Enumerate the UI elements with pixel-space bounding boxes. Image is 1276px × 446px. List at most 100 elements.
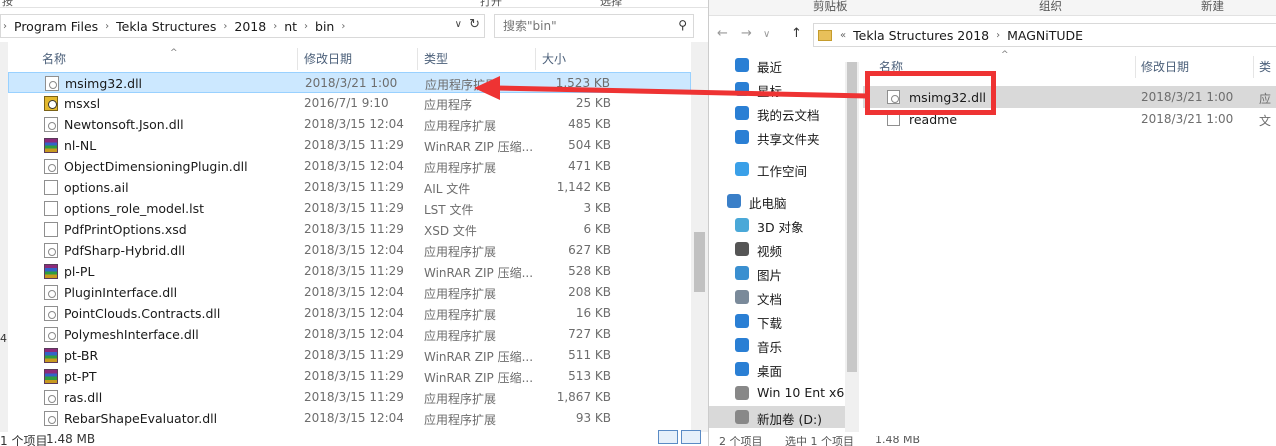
search-box[interactable]: ⚲ [494,14,694,38]
table-row[interactable]: msimg32.dll 2018/3/21 1:00 应用程序扩展 1,523 KB [8,72,691,93]
music-icon [735,338,749,352]
file-name: PdfPrintOptions.xsd [64,222,187,237]
chevron-right-icon[interactable]: › [302,21,310,32]
chevron-right-icon[interactable]: › [994,30,1002,41]
up-arrow-icon[interactable]: ↑ [791,26,802,41]
ribbon-fragment-open[interactable]: 打开 [480,0,502,7]
nav-pane-scrollbar[interactable] [845,62,859,432]
nav-item[interactable]: 工作空间 [709,158,845,180]
file-type: 应用程序扩展 [424,413,497,427]
chevron-right-icon[interactable]: › [339,21,347,32]
ribbon-fragment-select[interactable]: 选择 [600,0,622,7]
nav-item[interactable]: 共享文件夹 [709,126,845,148]
nav-buttons: ← → ∨ ↑ [717,26,815,44]
nav-item[interactable]: 图片 [709,262,845,284]
nav-item[interactable]: 最近 [709,54,845,76]
file-name: PolymeshInterface.dll [64,327,199,342]
search-icon[interactable]: ⚲ [678,18,687,32]
dll-icon [44,390,58,405]
column-header-size[interactable]: 大小 [536,48,626,70]
file-size: 208 KB [568,285,611,299]
table-row[interactable]: PointClouds.Contracts.dll 2018/3/15 12:04… [8,303,691,324]
vertical-scrollbar[interactable] [691,42,708,434]
back-arrow-icon[interactable]: ← [717,26,728,41]
scrollbar-thumb[interactable] [694,232,705,292]
breadcrumb-item[interactable]: Tekla Structures [111,19,221,34]
column-header-name[interactable]: ^ 名称 [8,48,298,70]
file-date: 2018/3/15 12:04 [304,243,404,257]
breadcrumb-item[interactable]: MAGNiTUDE [1002,28,1088,43]
table-row[interactable]: ras.dll 2018/3/15 11:29 应用程序扩展 1,867 KB [8,387,691,408]
table-row[interactable]: pt-BR 2018/3/15 11:29 WinRAR ZIP 压缩... 511 … [8,345,691,366]
desktop-screenshot: 按 打开 选择 › Program Files › Tekla Structur… [0,0,1276,446]
column-header-date[interactable]: 修改日期 [298,48,418,70]
table-row[interactable]: pt-PT 2018/3/15 11:29 WinRAR ZIP 压缩... 513 … [8,366,691,387]
nav-item[interactable]: 桌面 [709,358,845,380]
table-row[interactable]: PdfSharp-Hybrid.dll 2018/3/15 12:04 应用程序扩展… [8,240,691,261]
nav-item[interactable]: 新加卷 (D:) [709,406,845,428]
table-row[interactable]: options.ail 2018/3/15 11:29 AIL 文件 1,142 KB [8,177,691,198]
chevron-right-icon[interactable]: › [271,21,279,32]
scrollbar-thumb[interactable] [847,62,857,372]
search-input[interactable] [495,15,665,37]
table-row[interactable]: nl-NL 2018/3/15 11:29 WinRAR ZIP 压缩... 504 … [8,135,691,156]
file-name: PointClouds.Contracts.dll [64,306,221,321]
nav-item[interactable]: 此电脑 [709,190,845,212]
navigation-pane: 最近 星标 我的云文档 共享文件夹工作空间此电脑 3D 对象 视频 图片 文档 下载音乐桌面 Wi… [709,50,852,434]
chevron-right-icon[interactable]: › [1,21,9,32]
nav-item-label: 音乐 [757,340,783,355]
table-row[interactable]: PluginInterface.dll 2018/3/15 12:04 应用程序扩展… [8,282,691,303]
details-view-icon[interactable] [658,430,678,444]
table-row[interactable]: RebarShapeEvaluator.dll 2018/3/15 12:04 应用… [8,408,691,429]
nav-item[interactable]: 3D 对象 [709,214,845,236]
column-header-type[interactable]: 类 [1259,56,1271,78]
nav-item[interactable]: 我的云文档 [709,102,845,124]
breadcrumb-item[interactable]: Program Files [9,19,103,34]
table-row[interactable]: PolymeshInterface.dll 2018/3/15 12:04 应用程序… [8,324,691,345]
table-row[interactable]: pl-PL 2018/3/15 11:29 WinRAR ZIP 压缩... 528 … [8,261,691,282]
nav-item[interactable]: 音乐 [709,334,845,356]
column-header-type[interactable]: 类型 [418,48,536,70]
address-bar[interactable]: « Tekla Structures 2018 › MAGNiTUDE [813,23,1276,47]
table-row[interactable]: Newtonsoft.Json.dll 2018/3/15 12:04 应用程序扩展… [8,114,691,135]
file-size: 25 KB [575,96,611,110]
recent-dropdown-icon[interactable]: ∨ [763,29,770,40]
address-bar[interactable]: › Program Files › Tekla Structures › 201… [0,14,485,38]
dll-icon [44,327,58,342]
file-type: AIL 文件 [424,182,471,196]
view-toggle[interactable] [658,430,706,446]
breadcrumb-overflow-icon[interactable]: « [838,30,848,41]
breadcrumb-item[interactable]: nt [279,19,302,34]
table-row[interactable]: msxsl 2016/7/1 9:10 应用程序 25 KB [8,93,691,114]
forward-arrow-icon[interactable]: → [741,26,752,41]
nav-item[interactable]: 文档 [709,286,845,308]
breadcrumb-item[interactable]: Tekla Structures 2018 [848,28,994,43]
file-type: 应用程序扩展 [424,119,497,133]
large-icons-view-icon[interactable] [681,430,701,444]
chevron-right-icon[interactable]: › [103,21,111,32]
breadcrumb-item[interactable]: bin [310,19,339,34]
chevron-down-icon[interactable]: ∨ [455,19,462,30]
column-divider[interactable] [1135,56,1136,78]
table-row[interactable]: ObjectDimensioningPlugin.dll 2018/3/15 12… [8,156,691,177]
nav-item[interactable]: 星标 [709,78,845,100]
file-size: 93 KB [575,411,611,425]
table-row[interactable]: options_role_model.lst 2018/3/15 11:29 LST… [8,198,691,219]
nav-item[interactable]: 下载 [709,310,845,332]
file-size: 471 KB [568,159,611,173]
file-date: 2018/3/15 12:04 [304,117,404,131]
table-row[interactable]: PdfPrintOptions.xsd 2018/3/15 11:29 XSD 文件… [8,219,691,240]
file-name: pt-BR [64,348,99,363]
chevron-right-icon[interactable]: › [221,21,229,32]
column-divider[interactable] [1253,56,1254,78]
refresh-icon[interactable]: ↻ [469,17,480,32]
breadcrumb-item[interactable]: 2018 [229,19,271,34]
column-header-date[interactable]: 修改日期 [1141,56,1189,78]
file-type: XSD 文件 [424,224,477,238]
nav-item[interactable]: Win 10 Ent x64 [709,382,852,404]
nav-item[interactable]: 视频 [709,238,845,260]
star-icon [735,82,749,96]
dll-icon [44,306,58,321]
rar-icon [44,369,58,384]
nav-pane-fragment: 4 [0,332,7,345]
